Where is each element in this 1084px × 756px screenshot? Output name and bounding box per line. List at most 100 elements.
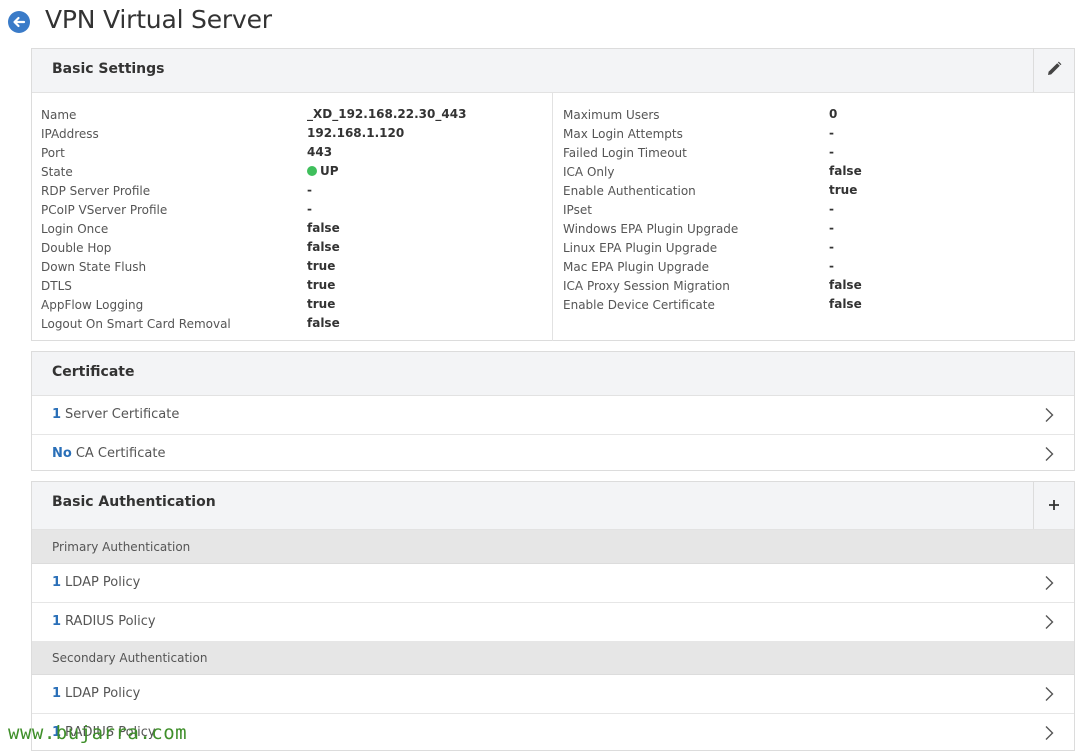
secondary-ldap-count: 1	[52, 686, 62, 701]
chevron-right-icon	[1045, 726, 1054, 740]
setting-value: 443	[307, 145, 333, 159]
setting-label: Name	[41, 108, 77, 122]
setting-label: Logout On Smart Card Removal	[41, 317, 231, 331]
secondary-radius-policy-row[interactable]: 1 RADIUS Policy	[32, 714, 1074, 752]
setting-row: Linux EPA Plugin Upgrade -	[563, 239, 1063, 258]
add-authentication-button[interactable]	[1033, 482, 1074, 529]
setting-row: ICA Only false	[563, 163, 1063, 182]
server-certificate-text: 1 Server Certificate	[52, 407, 179, 422]
setting-row: RDP Server Profile -	[41, 182, 551, 201]
setting-label: Login Once	[41, 222, 109, 236]
setting-label: IPset	[563, 203, 592, 217]
setting-row: Windows EPA Plugin Upgrade -	[563, 220, 1063, 239]
setting-row: Down State Flush true	[41, 258, 551, 277]
basic-authentication-header: Basic Authentication	[32, 482, 1074, 530]
secondary-authentication-label: Secondary Authentication	[52, 651, 208, 665]
setting-value: false	[307, 221, 340, 235]
primary-authentication-label: Primary Authentication	[52, 540, 191, 554]
setting-label: PCoIP VServer Profile	[41, 203, 168, 217]
setting-label: Failed Login Timeout	[563, 146, 687, 160]
ca-certificate-text: No CA Certificate	[52, 446, 165, 461]
chevron-right-icon	[1045, 447, 1054, 461]
setting-label: Enable Device Certificate	[563, 298, 715, 312]
setting-label: Port	[41, 146, 65, 160]
edit-basic-settings-button[interactable]	[1033, 49, 1074, 92]
primary-authentication-header: Primary Authentication	[32, 530, 1074, 564]
basic-settings-panel: Basic Settings Name _XD_192.168.22.30_443…	[31, 48, 1075, 341]
primary-radius-count: 1	[52, 614, 62, 629]
setting-value: -	[829, 126, 834, 140]
setting-label: DTLS	[41, 279, 72, 293]
setting-value: -	[307, 202, 312, 216]
column-divider	[552, 93, 553, 341]
setting-label: IPAddress	[41, 127, 99, 141]
pencil-icon	[1048, 61, 1062, 75]
back-button[interactable]	[8, 11, 30, 33]
setting-label: Linux EPA Plugin Upgrade	[563, 241, 718, 255]
setting-row: Login Once false	[41, 220, 551, 239]
setting-value: -	[307, 183, 312, 197]
setting-label: ICA Only	[563, 165, 615, 179]
setting-row: DTLS true	[41, 277, 551, 296]
setting-value: -	[829, 240, 834, 254]
secondary-ldap-text: 1 LDAP Policy	[52, 686, 140, 701]
settings-left-column: Name _XD_192.168.22.30_443 IPAddress 192.16…	[41, 106, 551, 334]
watermark: www.bujarra.com	[8, 722, 188, 744]
setting-label: ICA Proxy Session Migration	[563, 279, 730, 293]
primary-radius-label: RADIUS Policy	[65, 614, 156, 629]
plus-icon	[1049, 500, 1059, 510]
setting-label: Mac EPA Plugin Upgrade	[563, 260, 710, 274]
status-up-icon	[307, 166, 317, 176]
server-certificate-row[interactable]: 1 Server Certificate	[32, 396, 1074, 435]
setting-label: Max Login Attempts	[563, 127, 683, 141]
chevron-right-icon	[1045, 687, 1054, 701]
setting-label: Enable Authentication	[563, 184, 696, 198]
setting-row: Name _XD_192.168.22.30_443	[41, 106, 551, 125]
primary-ldap-label: LDAP Policy	[65, 575, 141, 590]
basic-authentication-title: Basic Authentication	[52, 494, 216, 510]
setting-label: Windows EPA Plugin Upgrade	[563, 222, 739, 236]
setting-value: false	[829, 278, 862, 292]
setting-value: false	[307, 240, 340, 254]
setting-value: true	[307, 259, 336, 273]
setting-value: false	[829, 297, 862, 311]
setting-value: -	[829, 145, 834, 159]
certificate-header: Certificate	[32, 352, 1074, 396]
setting-row: IPAddress 192.168.1.120	[41, 125, 551, 144]
server-certificate-count: 1	[52, 407, 62, 422]
setting-row: Enable Authentication true	[563, 182, 1063, 201]
primary-radius-text: 1 RADIUS Policy	[52, 614, 156, 629]
setting-row: Enable Device Certificate false	[563, 296, 1063, 315]
setting-value: false	[307, 316, 340, 330]
setting-row: State UP	[41, 163, 551, 182]
secondary-ldap-label: LDAP Policy	[65, 686, 141, 701]
setting-value: true	[307, 278, 336, 292]
state-value: UP	[320, 164, 339, 178]
chevron-right-icon	[1045, 615, 1054, 629]
setting-value: -	[829, 259, 834, 273]
setting-row: ICA Proxy Session Migration false	[563, 277, 1063, 296]
setting-value: 0	[829, 107, 838, 121]
certificate-title: Certificate	[52, 364, 135, 380]
arrow-left-icon	[13, 16, 26, 28]
setting-row: Double Hop false	[41, 239, 551, 258]
ca-certificate-row[interactable]: No CA Certificate	[32, 435, 1074, 473]
page-title: VPN Virtual Server	[45, 5, 272, 34]
basic-authentication-panel: Basic Authentication Primary Authenticat…	[31, 481, 1075, 751]
setting-value: UP	[307, 164, 339, 178]
setting-row: Failed Login Timeout -	[563, 144, 1063, 163]
setting-label: RDP Server Profile	[41, 184, 151, 198]
secondary-ldap-policy-row[interactable]: 1 LDAP Policy	[32, 675, 1074, 714]
primary-ldap-text: 1 LDAP Policy	[52, 575, 140, 590]
basic-settings-title: Basic Settings	[52, 61, 165, 77]
primary-ldap-policy-row[interactable]: 1 LDAP Policy	[32, 564, 1074, 603]
secondary-authentication-header: Secondary Authentication	[32, 641, 1074, 675]
certificate-panel: Certificate 1 Server Certificate No CA Cer…	[31, 351, 1075, 471]
setting-row: Max Login Attempts -	[563, 125, 1063, 144]
setting-row: PCoIP VServer Profile -	[41, 201, 551, 220]
setting-value: _XD_192.168.22.30_443	[307, 107, 467, 121]
primary-radius-policy-row[interactable]: 1 RADIUS Policy	[32, 603, 1074, 641]
setting-label: Down State Flush	[41, 260, 147, 274]
chevron-right-icon	[1045, 576, 1054, 590]
setting-row: AppFlow Logging true	[41, 296, 551, 315]
